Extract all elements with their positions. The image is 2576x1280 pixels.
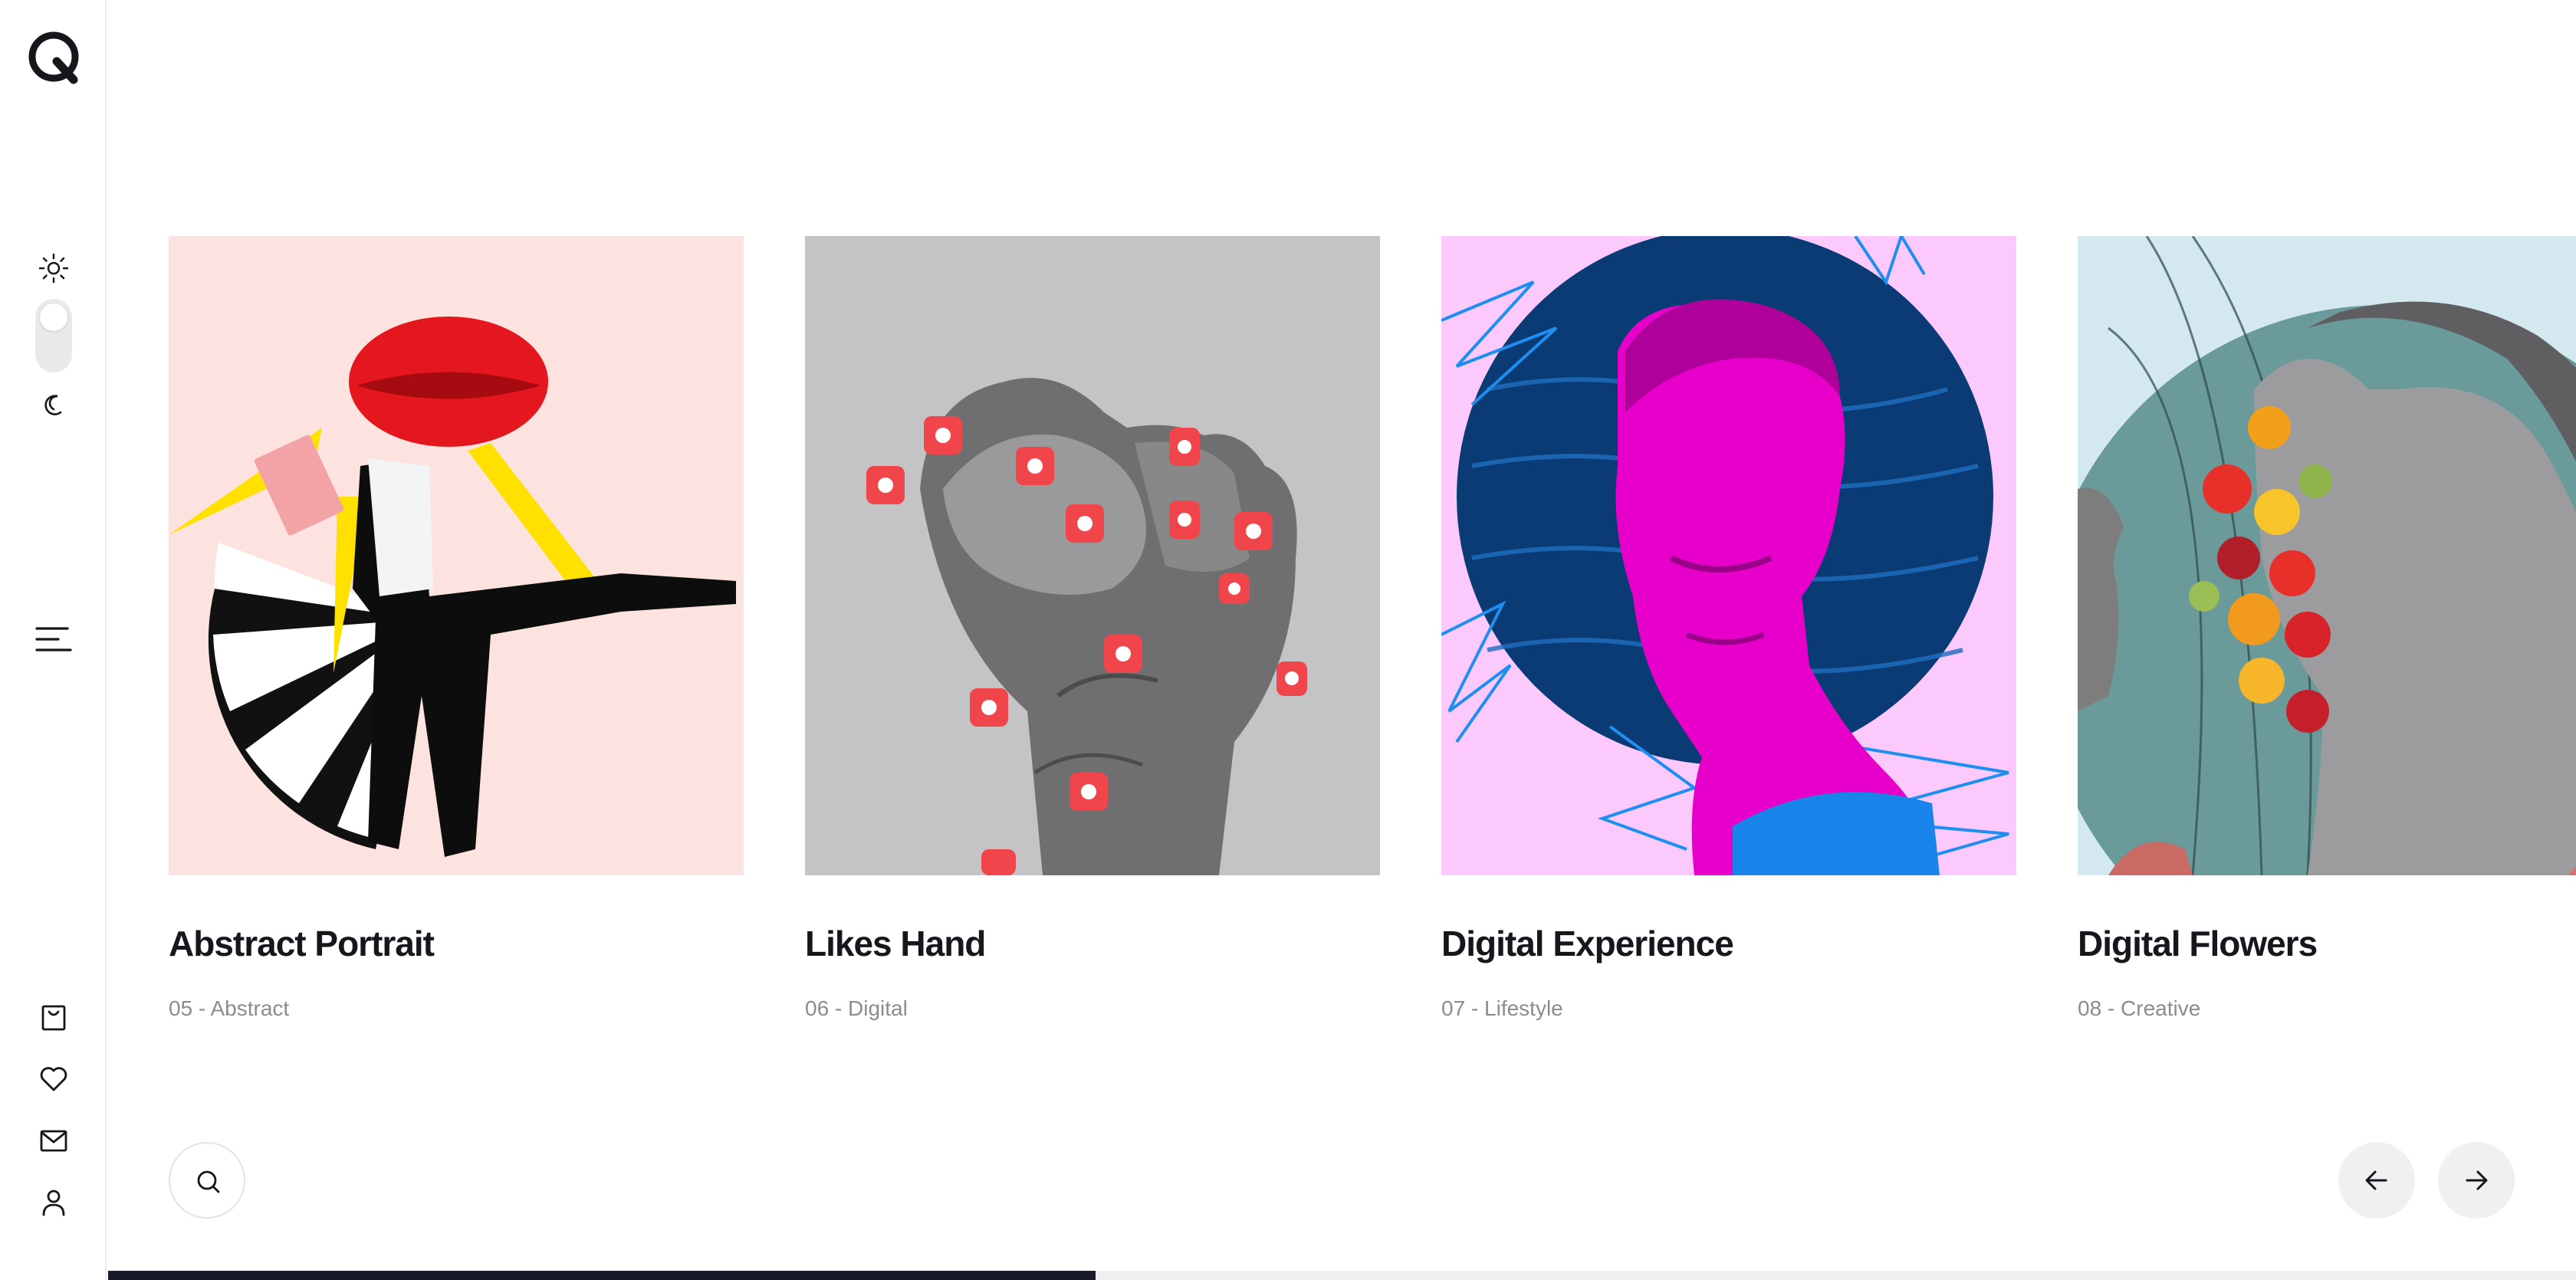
card-meta: 07 - Lifestyle — [1441, 996, 1563, 1020]
sun-icon[interactable] — [38, 252, 70, 284]
theme-toggle[interactable] — [35, 299, 72, 373]
arrow-right-icon — [2466, 1170, 2488, 1190]
menu-icon[interactable] — [34, 624, 74, 655]
search-button[interactable] — [169, 1142, 245, 1219]
card-title[interactable]: Digital Experience — [1441, 923, 1734, 964]
next-button[interactable] — [2438, 1142, 2515, 1219]
user-icon[interactable] — [38, 1186, 69, 1217]
theme-toggle-knob — [40, 304, 67, 331]
card-title[interactable]: Abstract Portrait — [169, 923, 435, 964]
likes-hand-image[interactable] — [805, 236, 1380, 875]
search-icon — [197, 1170, 220, 1193]
digital-experience-image[interactable] — [1441, 236, 2016, 875]
card-meta: 06 - Digital — [805, 996, 908, 1020]
card-title[interactable]: Digital Flowers — [2078, 923, 2318, 964]
card-meta: 08 - Creative — [2078, 996, 2201, 1020]
moon-icon[interactable] — [38, 389, 70, 422]
card-title[interactable]: Likes Hand — [805, 923, 986, 964]
digital-flowers-image[interactable] — [2078, 236, 2576, 875]
previous-button[interactable] — [2338, 1142, 2415, 1219]
arrow-left-icon — [2365, 1170, 2387, 1190]
card-meta: 05 - Abstract — [169, 996, 290, 1020]
q-logo-icon[interactable] — [26, 29, 81, 84]
sidebar — [0, 0, 107, 1280]
bag-icon[interactable] — [38, 1003, 69, 1033]
abstract-portrait-image[interactable] — [169, 236, 744, 875]
mail-icon[interactable] — [38, 1125, 69, 1156]
heart-icon[interactable] — [38, 1064, 69, 1095]
gallery-progress-track — [108, 1271, 2576, 1280]
gallery-progress-fill — [108, 1271, 1096, 1280]
